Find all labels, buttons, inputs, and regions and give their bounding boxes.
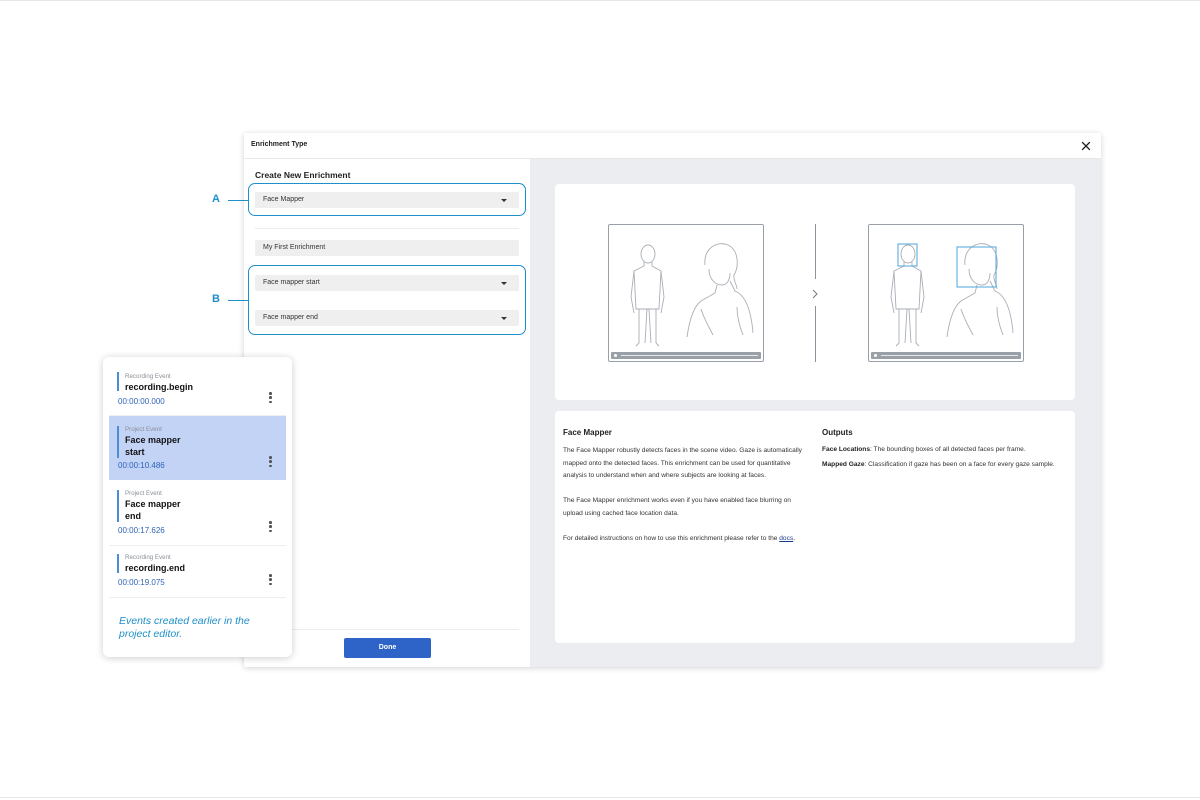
more-options-icon[interactable] [269,392,272,404]
section-title: Create New Enrichment [255,170,351,180]
description-paragraph: The Face Mapper enrichment works even if… [563,497,791,517]
outputs-title: Outputs [822,428,853,437]
play-icon [614,354,617,357]
description-body: The Face Mapper robustly detects faces i… [563,445,803,558]
event-time: 00:00:00.000 [118,397,165,406]
people-illustration [630,243,754,347]
event-time: 00:00:19.075 [118,578,165,587]
video-player-bar [611,352,761,359]
event-accent [117,554,119,573]
info-pane: Face Mapper The Face Mapper robustly det… [530,159,1101,667]
video-track [621,355,758,356]
events-card: Recording Event recording.begin 00:00:00… [103,357,292,657]
event-time: 00:00:17.626 [118,526,165,535]
description-title: Face Mapper [563,428,612,437]
event-name-line: end [125,511,142,521]
close-icon[interactable] [1080,139,1092,151]
separator-line-bottom [815,306,816,362]
event-type: Recording Event [125,373,171,380]
footer-divider [255,629,519,630]
more-options-icon[interactable] [269,456,272,468]
event-name-line: Face mapper [125,435,181,445]
event-time: 00:00:10.486 [118,461,165,470]
event-item[interactable]: Recording Event recording.begin 00:00:00… [109,364,286,415]
annotation-box-a [248,183,526,216]
chevron-right-icon [810,287,820,305]
event-name-line: Face mapper [125,499,181,509]
page-bottom-rule [0,797,1200,798]
output-label: Mapped Gaze [822,461,865,468]
more-options-icon[interactable] [269,521,272,533]
event-separator [109,597,286,598]
more-options-icon[interactable] [269,574,272,586]
event-name-line: start [125,447,145,457]
event-type: Project Event [125,426,162,433]
output-label: Face Locations [822,446,871,453]
preview-card [555,184,1075,400]
docs-prefix: For detailed instructions on how to use … [563,534,780,542]
annotation-line-a [228,200,248,201]
output-item: Face Locations: The bounding boxes of al… [822,445,1062,454]
video-player-bar [871,352,1021,359]
output-text: : The bounding boxes of all detected fac… [870,446,1026,453]
annotation-label-a: A [212,193,220,205]
event-type: Project Event [125,490,162,497]
docs-link[interactable]: docs [779,535,793,542]
description-card: Face Mapper The Face Mapper robustly det… [555,411,1075,643]
scene-frame-after [868,224,1024,362]
event-item[interactable]: Recording Event recording.end 00:00:19.0… [109,546,286,597]
event-accent [117,372,119,391]
annotation-label-b: B [212,293,220,305]
event-accent [117,426,119,458]
event-item[interactable]: Project Event Face mapper end 00:00:17.6… [109,481,286,544]
separator-line-top [815,224,816,279]
docs-suffix: . [793,534,796,542]
event-type: Recording Event [125,554,171,561]
scene-frame-before [608,224,764,362]
event-name: recording.end [125,563,186,573]
enrichment-name-field[interactable] [255,240,519,256]
annotation-box-b [248,265,526,335]
dialog-title: Enrichment Type [251,141,308,148]
outputs-list: Face Locations: The bounding boxes of al… [822,445,1062,475]
annotation-line-b [228,300,248,301]
dialog-header: Enrichment Type [244,133,1101,159]
output-text: : Classification if gaze has been on a f… [864,461,1055,468]
event-item[interactable]: Project Event Face mapper start 00:00:10… [109,416,286,480]
events-note: Events created earlier in the project ed… [119,615,250,640]
detected-faces-illustration [890,243,1014,347]
video-track [881,355,1018,356]
play-icon [874,354,877,357]
description-paragraph: For detailed instructions on how to use … [563,533,803,546]
form-divider [255,228,519,229]
event-accent [117,490,119,522]
description-paragraph: The Face Mapper robustly detects faces i… [563,447,802,479]
output-item: Mapped Gaze: Classification if gaze has … [822,460,1062,469]
page-top-rule [0,0,1200,1]
done-button[interactable]: Done [344,638,431,658]
event-name: recording.begin [125,382,194,392]
